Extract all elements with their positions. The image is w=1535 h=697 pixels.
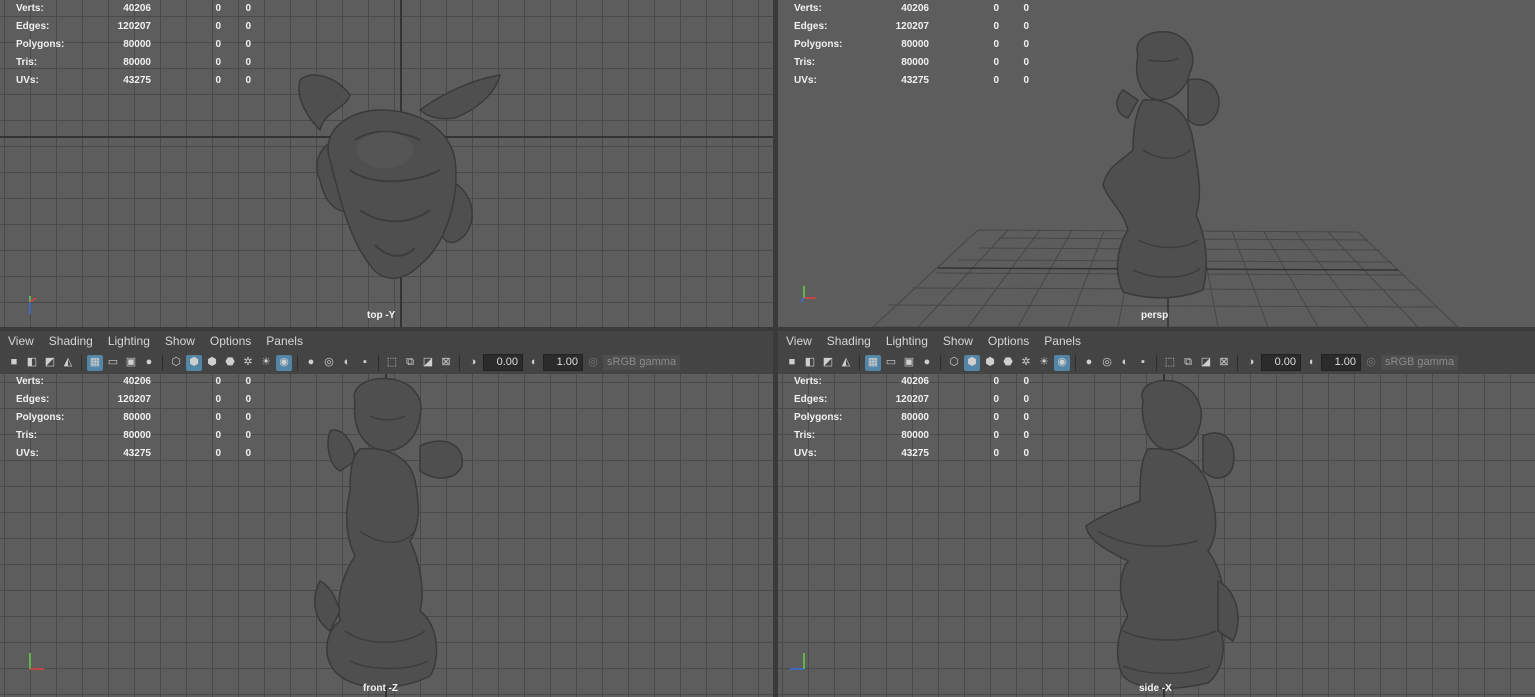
- hud-label: Polygons:: [16, 412, 65, 423]
- hud-value: 0: [245, 394, 251, 405]
- hud-value: 0: [215, 3, 221, 14]
- hud-value: 80000: [123, 57, 151, 68]
- hud-value: 0: [1023, 57, 1029, 68]
- camera-label: side -X: [1139, 683, 1172, 694]
- hud-value: 80000: [901, 430, 929, 441]
- hud-label: Tris:: [16, 57, 38, 68]
- hud-poly-count: Verts: 40206 0 0 Edges: 120207 0 0 Polyg…: [794, 376, 1029, 459]
- hud-value: 0: [215, 75, 221, 86]
- hud-label: UVs:: [16, 448, 39, 459]
- hud-label: Edges:: [794, 394, 828, 405]
- hud-value: 0: [215, 376, 221, 387]
- hud-value: 0: [215, 39, 221, 50]
- hud-value: 80000: [123, 412, 151, 423]
- camera-label: top -Y: [367, 310, 396, 321]
- hud-value: 0: [245, 57, 251, 68]
- hud-value: 0: [993, 21, 999, 32]
- hud-value: 40206: [123, 3, 151, 14]
- viewport-side[interactable]: View Shading Lighting Show Options Panel…: [778, 331, 1535, 697]
- hud-label: Edges:: [16, 394, 50, 405]
- hud-value: 0: [245, 376, 251, 387]
- hud-value: 80000: [123, 39, 151, 50]
- hud-value: 80000: [901, 412, 929, 423]
- hud-value: 0: [993, 39, 999, 50]
- hud-label: Tris:: [794, 57, 816, 68]
- hud-value: 0: [1023, 448, 1029, 459]
- pane-divider-vertical[interactable]: [773, 0, 778, 697]
- hud-value: 43275: [123, 75, 151, 86]
- hud-label: Tris:: [16, 430, 38, 441]
- hud-value: 120207: [895, 394, 929, 405]
- viewport-top[interactable]: Verts: 40206 0 0 Edges: 120207 0 0 Polyg…: [0, 0, 773, 327]
- hud-label: Verts:: [16, 376, 44, 387]
- hud-value: 0: [1023, 412, 1029, 423]
- hud-poly-count: Verts: 40206 0 0 Edges: 120207 0 0 Polyg…: [16, 3, 251, 86]
- hud-value: 43275: [901, 75, 929, 86]
- hud-value: 0: [993, 430, 999, 441]
- hud-value: 0: [1023, 3, 1029, 14]
- hud-value: 40206: [901, 376, 929, 387]
- hud-value: 0: [1023, 39, 1029, 50]
- hud-label: Verts:: [794, 376, 822, 387]
- hud-poly-count: Verts: 40206 0 0 Edges: 120207 0 0 Polyg…: [794, 3, 1029, 86]
- axis-gizmo-icon: [29, 653, 44, 670]
- hud-label: Edges:: [794, 21, 828, 32]
- hud-value: 40206: [901, 3, 929, 14]
- hud-value: 0: [245, 21, 251, 32]
- hud-value: 0: [1023, 21, 1029, 32]
- hud-value: 120207: [895, 21, 929, 32]
- hud-value: 43275: [901, 448, 929, 459]
- viewport-persp[interactable]: Verts: 40206 0 0 Edges: 120207 0 0 Polyg…: [778, 0, 1535, 327]
- hud-label: Tris:: [794, 430, 816, 441]
- hud-label: Polygons:: [794, 412, 843, 423]
- camera-label: front -Z: [363, 683, 398, 694]
- hud-label: Verts:: [16, 3, 44, 14]
- hud-value: 0: [993, 75, 999, 86]
- hud-value: 0: [215, 448, 221, 459]
- hud-value: 43275: [123, 448, 151, 459]
- hud-value: 0: [993, 57, 999, 68]
- hud-poly-count: Verts: 40206 0 0 Edges: 120207 0 0 Polyg…: [16, 376, 251, 459]
- hud-value: 40206: [123, 376, 151, 387]
- pane-divider-horizontal[interactable]: [0, 327, 1535, 331]
- hud-label: UVs:: [16, 75, 39, 86]
- hud-value: 0: [1023, 376, 1029, 387]
- hud-label: Edges:: [16, 21, 50, 32]
- hud-value: 0: [245, 3, 251, 14]
- hud-value: 0: [993, 448, 999, 459]
- hud-value: 120207: [117, 21, 151, 32]
- hud-value: 0: [245, 75, 251, 86]
- hud-value: 80000: [901, 57, 929, 68]
- hud-value: 0: [215, 57, 221, 68]
- hud-value: 0: [993, 3, 999, 14]
- hud-value: 0: [993, 376, 999, 387]
- hud-value: 0: [1023, 394, 1029, 405]
- hud-value: 0: [215, 394, 221, 405]
- viewport-front[interactable]: View Shading Lighting Show Options Panel…: [0, 331, 773, 697]
- hud-value: 0: [245, 412, 251, 423]
- hud-label: Polygons:: [16, 39, 65, 50]
- hud-label: Polygons:: [794, 39, 843, 50]
- hud-value: 80000: [901, 39, 929, 50]
- hud-value: 0: [245, 39, 251, 50]
- hud-value: 0: [215, 430, 221, 441]
- hud-label: UVs:: [794, 448, 817, 459]
- hud-value: 0: [215, 412, 221, 423]
- axis-gizmo-icon: [800, 286, 816, 303]
- hud-value: 80000: [123, 430, 151, 441]
- hud-label: Verts:: [794, 3, 822, 14]
- hud-value: 0: [245, 430, 251, 441]
- hud-value: 0: [993, 412, 999, 423]
- hud-value: 0: [215, 21, 221, 32]
- hud-value: 0: [245, 448, 251, 459]
- hud-value: 0: [1023, 430, 1029, 441]
- hud-label: UVs:: [794, 75, 817, 86]
- axis-gizmo-icon: [29, 296, 37, 314]
- camera-label: persp: [1141, 310, 1169, 321]
- hud-value: 0: [993, 394, 999, 405]
- hud-value: 0: [1023, 75, 1029, 86]
- axis-gizmo-icon: [790, 653, 805, 670]
- hud-value: 120207: [117, 394, 151, 405]
